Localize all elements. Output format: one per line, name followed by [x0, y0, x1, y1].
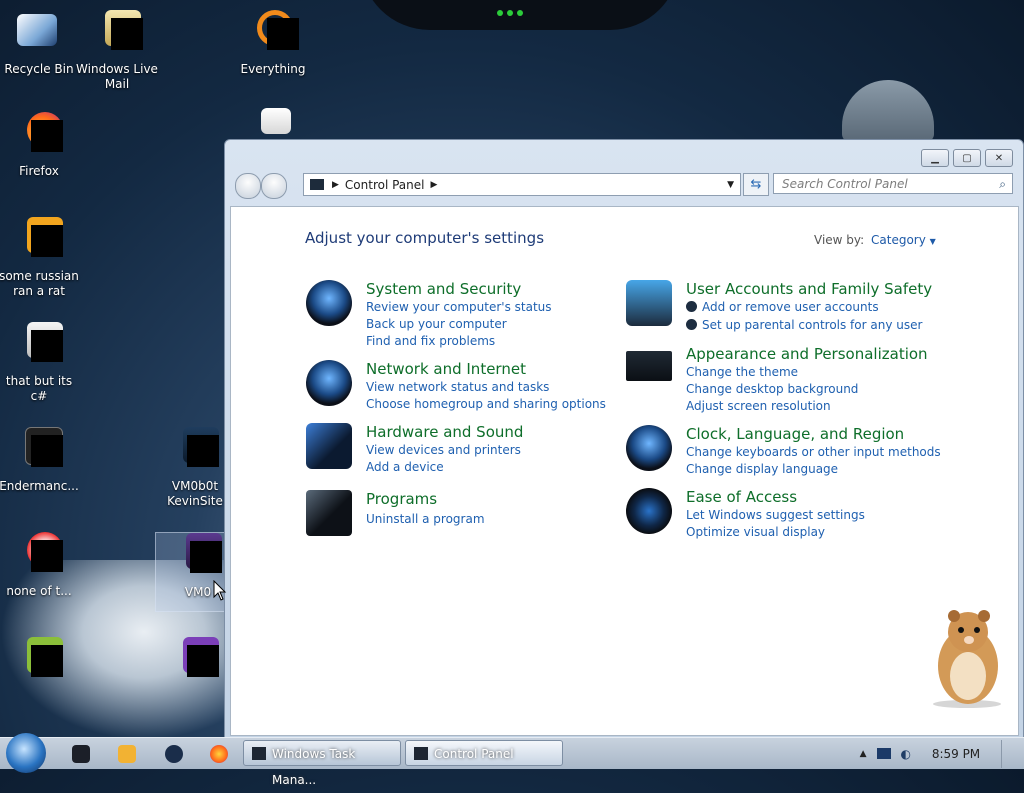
desktop-icon-some-russian-ran-a-rat[interactable]: some russian ran a rat	[0, 217, 81, 299]
desktop-icon-everything[interactable]: Everything	[231, 10, 315, 77]
breadcrumb-control-panel[interactable]: Control Panel	[345, 178, 425, 192]
user-accounts-icon	[626, 280, 672, 326]
category-link[interactable]: Change keyboards or other input methods	[686, 445, 941, 459]
network-tray-icon[interactable]: ◐	[901, 747, 911, 761]
view-by-dropdown[interactable]: Category ▼	[871, 233, 936, 247]
start-button[interactable]	[6, 733, 46, 773]
category-link[interactable]: Back up your computer	[366, 317, 507, 331]
network-globe-icon	[306, 360, 352, 406]
category-link[interactable]: Optimize visual display	[686, 525, 825, 539]
maximize-button[interactable]: ▢	[953, 149, 981, 167]
recycle-bin-icon	[17, 14, 57, 46]
page-title: Adjust your computer's settings	[305, 229, 545, 247]
category-title[interactable]: Appearance and Personalization	[686, 345, 928, 363]
control-panel-content: Adjust your computer's settings View by:…	[230, 206, 1019, 736]
back-button[interactable]	[235, 173, 261, 199]
search-placeholder: Search Control Panel	[782, 177, 908, 191]
category-link[interactable]: Set up parental controls for any user	[686, 318, 922, 332]
category-link[interactable]: Add a device	[366, 460, 444, 474]
chevron-right-icon[interactable]: ▶	[431, 180, 438, 190]
ease-of-access-icon	[626, 488, 672, 534]
taskbar-control-panel[interactable]: Control Panel	[405, 740, 563, 766]
search-input[interactable]: Search Control Panel ⌕	[773, 173, 1013, 194]
desktop-gadget	[360, 0, 680, 30]
category-title[interactable]: User Accounts and Family Safety	[686, 280, 932, 298]
refresh-button[interactable]: ⇆	[743, 173, 769, 196]
navigation-bar: ▶ Control Panel ▶ ▼ ⇆ Search Control Pan…	[233, 172, 1015, 199]
folder-icon	[261, 108, 291, 134]
chevron-right-icon: ▶	[332, 179, 339, 190]
monitor-icon	[626, 351, 672, 381]
explorer-pinned-icon[interactable]	[72, 745, 90, 763]
shield-icon	[686, 319, 697, 330]
desktop-icon-recycle-bin[interactable]: Recycle Bin	[0, 10, 81, 77]
forward-button[interactable]	[261, 173, 287, 199]
desktop-icon-hamster[interactable]	[0, 637, 81, 689]
shield-icon	[686, 301, 697, 312]
category-link[interactable]: Adjust screen resolution	[686, 399, 831, 413]
system-tray: ▲ ◐ 8:59 PM	[860, 738, 1012, 769]
address-bar[interactable]: ▶ Control Panel ▶ ▼	[303, 173, 741, 196]
taskbar-task-manager[interactable]: Windows Task Mana...	[243, 740, 401, 787]
category-link[interactable]: Find and fix problems	[366, 334, 495, 348]
category-title[interactable]: Programs	[366, 490, 437, 508]
show-hidden-icons-button[interactable]: ▲	[860, 749, 867, 759]
category-title[interactable]: Clock, Language, and Region	[686, 425, 904, 443]
control-panel-icon	[310, 179, 324, 190]
app-pinned-icon[interactable]	[165, 745, 183, 763]
minimize-button[interactable]: ▁	[921, 149, 949, 167]
control-panel-icon	[414, 747, 428, 760]
category-link[interactable]: Review your computer's status	[366, 300, 552, 314]
desktop-icon-label: Recycle Bin	[4, 62, 74, 76]
category-link[interactable]: Change desktop background	[686, 382, 858, 396]
mouse-cursor	[213, 580, 227, 601]
desktop-icon-label: none of t...	[6, 584, 72, 598]
firefox-pinned-icon[interactable]	[210, 745, 228, 763]
category-link[interactable]: Change display language	[686, 462, 838, 476]
category-link[interactable]: Let Windows suggest settings	[686, 508, 865, 522]
taskbar: Windows Task Mana... Control Panel ▲ ◐ 8…	[0, 733, 1024, 787]
clock[interactable]: 8:59 PM	[921, 747, 991, 761]
desktop-icon-label: some russian ran a rat	[0, 269, 79, 298]
desktop-icon-label: Windows Live Mail	[76, 62, 158, 91]
programs-icon	[306, 490, 352, 536]
close-button[interactable]: ✕	[985, 149, 1013, 167]
hamster-pet-image[interactable]	[924, 604, 1010, 708]
monitor-tray-icon[interactable]	[876, 748, 891, 759]
desktop-icon-label: Endermanc...	[0, 479, 79, 493]
category-title[interactable]: Network and Internet	[366, 360, 526, 378]
category-link[interactable]: View devices and printers	[366, 443, 521, 457]
desktop-icon-firefox[interactable]: Firefox	[0, 112, 81, 179]
category-title[interactable]: System and Security	[366, 280, 521, 298]
desktop-icon-label: Everything	[240, 62, 306, 76]
window-controls: ▁ ▢ ✕	[921, 149, 1013, 167]
category-link[interactable]: View network status and tasks	[366, 380, 549, 394]
task-manager-icon	[252, 747, 266, 760]
desktop-icon-none-of[interactable]: none of t...	[0, 532, 81, 599]
desktop-icon-windows-live-mail[interactable]: Windows Live Mail	[75, 10, 159, 92]
system-security-icon	[306, 280, 352, 326]
media-player-pinned-icon[interactable]	[118, 745, 136, 763]
category-link[interactable]: Choose homegroup and sharing options	[366, 397, 606, 411]
show-desktop-button[interactable]	[1001, 739, 1012, 768]
desktop-icon-that-but-its-csharp[interactable]: that but its c#	[0, 322, 81, 404]
view-by-label: View by:	[814, 233, 865, 247]
category-link[interactable]: Add or remove user accounts	[686, 300, 879, 314]
desktop-icon-label: Firefox	[19, 164, 59, 178]
globe-clock-icon	[626, 425, 672, 471]
desktop-icon-endermanc[interactable]: Endermanc...	[0, 427, 81, 494]
category-title[interactable]: Hardware and Sound	[366, 423, 523, 441]
wallpaper-figure	[842, 80, 934, 142]
category-link[interactable]: Uninstall a program	[366, 512, 485, 526]
control-panel-window: ▁ ▢ ✕ ▶ Control Panel ▶ ▼ ⇆ Search Contr…	[224, 139, 1024, 739]
category-title[interactable]: Ease of Access	[686, 488, 797, 506]
address-dropdown-icon[interactable]: ▼	[727, 180, 734, 190]
hardware-printer-icon	[306, 423, 352, 469]
chevron-down-icon: ▼	[929, 237, 936, 246]
category-link[interactable]: Change the theme	[686, 365, 798, 379]
search-icon[interactable]: ⌕	[999, 174, 1006, 195]
desktop-icon-label: that but its c#	[5, 374, 73, 403]
